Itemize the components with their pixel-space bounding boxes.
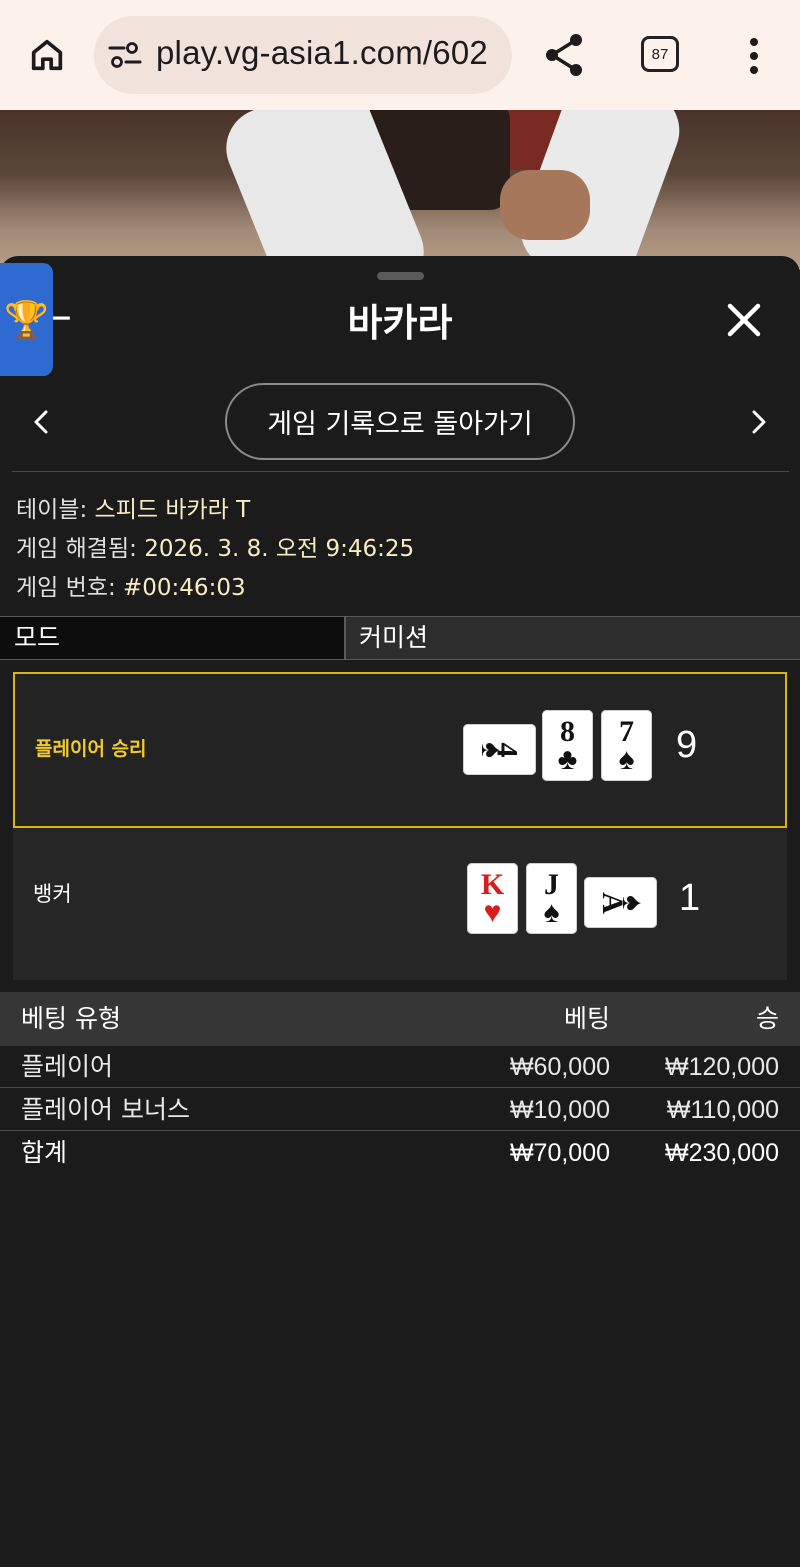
player-card-2: 8 ♣ (542, 710, 593, 781)
trophy-tab-button[interactable]: 🏆 (0, 263, 53, 376)
game-number-label: 게임 번호: (16, 575, 116, 601)
player-score: 9 (676, 724, 698, 766)
divider (12, 471, 789, 472)
banker-card-1: K ♥ (467, 863, 518, 934)
trophy-icon: 🏆 (4, 299, 49, 341)
table-row: 플레이어 보너스 ₩10,000 ₩110,000 (0, 1089, 800, 1131)
game-number-value: #00:46:03 (123, 575, 246, 601)
home-button[interactable] (26, 34, 68, 76)
live-video-background (0, 110, 800, 270)
round-results: 플레이어 승리 뱅커 ♠ 4 8 ♣ 7 ♠ 9 K ♥ J ♠ A ♠ 1 (13, 672, 787, 980)
page-info-icon[interactable] (108, 40, 142, 70)
table-total-row: 합계 ₩70,000 ₩230,000 (21, 1138, 779, 1167)
address-bar[interactable]: play.vg-asia1.com/602 (94, 16, 512, 94)
player-card-1: ♠ 4 (463, 724, 536, 775)
browser-toolbar: play.vg-asia1.com/602 87 (0, 0, 800, 110)
chevron-right-icon[interactable] (746, 405, 770, 439)
tab-switcher-button[interactable]: 87 (641, 36, 679, 72)
table-label: 테이블: (16, 497, 88, 523)
player-card-3: 7 ♠ (601, 710, 652, 781)
share-icon[interactable] (542, 32, 586, 78)
back-to-history-label: 게임 기록으로 돌아가기 (267, 409, 533, 440)
header-bet-type: 베팅 유형 (21, 1004, 121, 1033)
header-bet: 베팅 (563, 1005, 610, 1033)
more-vert-icon[interactable] (745, 36, 763, 76)
banker-result-label: 뱅커 (33, 882, 72, 906)
resolved-info: 게임 해결됨: 2026. 3. 8. 오전 9:46:25 (16, 529, 414, 563)
player-result-label: 플레이어 승리 (35, 738, 147, 760)
bets-table-header: 베팅 유형 베팅 승 (0, 992, 800, 1046)
resolved-label: 게임 해결됨: (16, 536, 137, 562)
mode-row: 모드 커미션 (0, 616, 800, 660)
close-icon[interactable] (726, 302, 762, 338)
back-to-history-button[interactable]: 게임 기록으로 돌아가기 (225, 383, 575, 460)
chevron-left-icon[interactable] (30, 405, 54, 439)
sheet-drag-handle[interactable] (377, 272, 424, 280)
player-result: 플레이어 승리 (13, 672, 787, 828)
resolved-value: 2026. 3. 8. 오전 9:46:25 (144, 536, 415, 562)
tab-count: 87 (651, 45, 669, 63)
table-info: 테이블: 스피드 바카라 T (16, 490, 250, 524)
page-title: 바카라 (347, 301, 453, 345)
banker-score: 1 (679, 877, 701, 919)
mode-value: 커미션 (346, 617, 800, 659)
banker-card-2: J ♠ (526, 863, 577, 934)
table-row: 플레이어 ₩60,000 ₩120,000 (0, 1046, 800, 1088)
home-icon (31, 39, 63, 71)
banker-card-3: A ♠ (584, 877, 657, 928)
game-number-info: 게임 번호: #00:46:03 (16, 568, 246, 602)
header-win: 승 (755, 1005, 779, 1033)
url-text[interactable]: play.vg-asia1.com/602 (156, 34, 488, 72)
mode-label: 모드 (0, 617, 346, 659)
table-value: 스피드 바카라 T (94, 497, 251, 523)
